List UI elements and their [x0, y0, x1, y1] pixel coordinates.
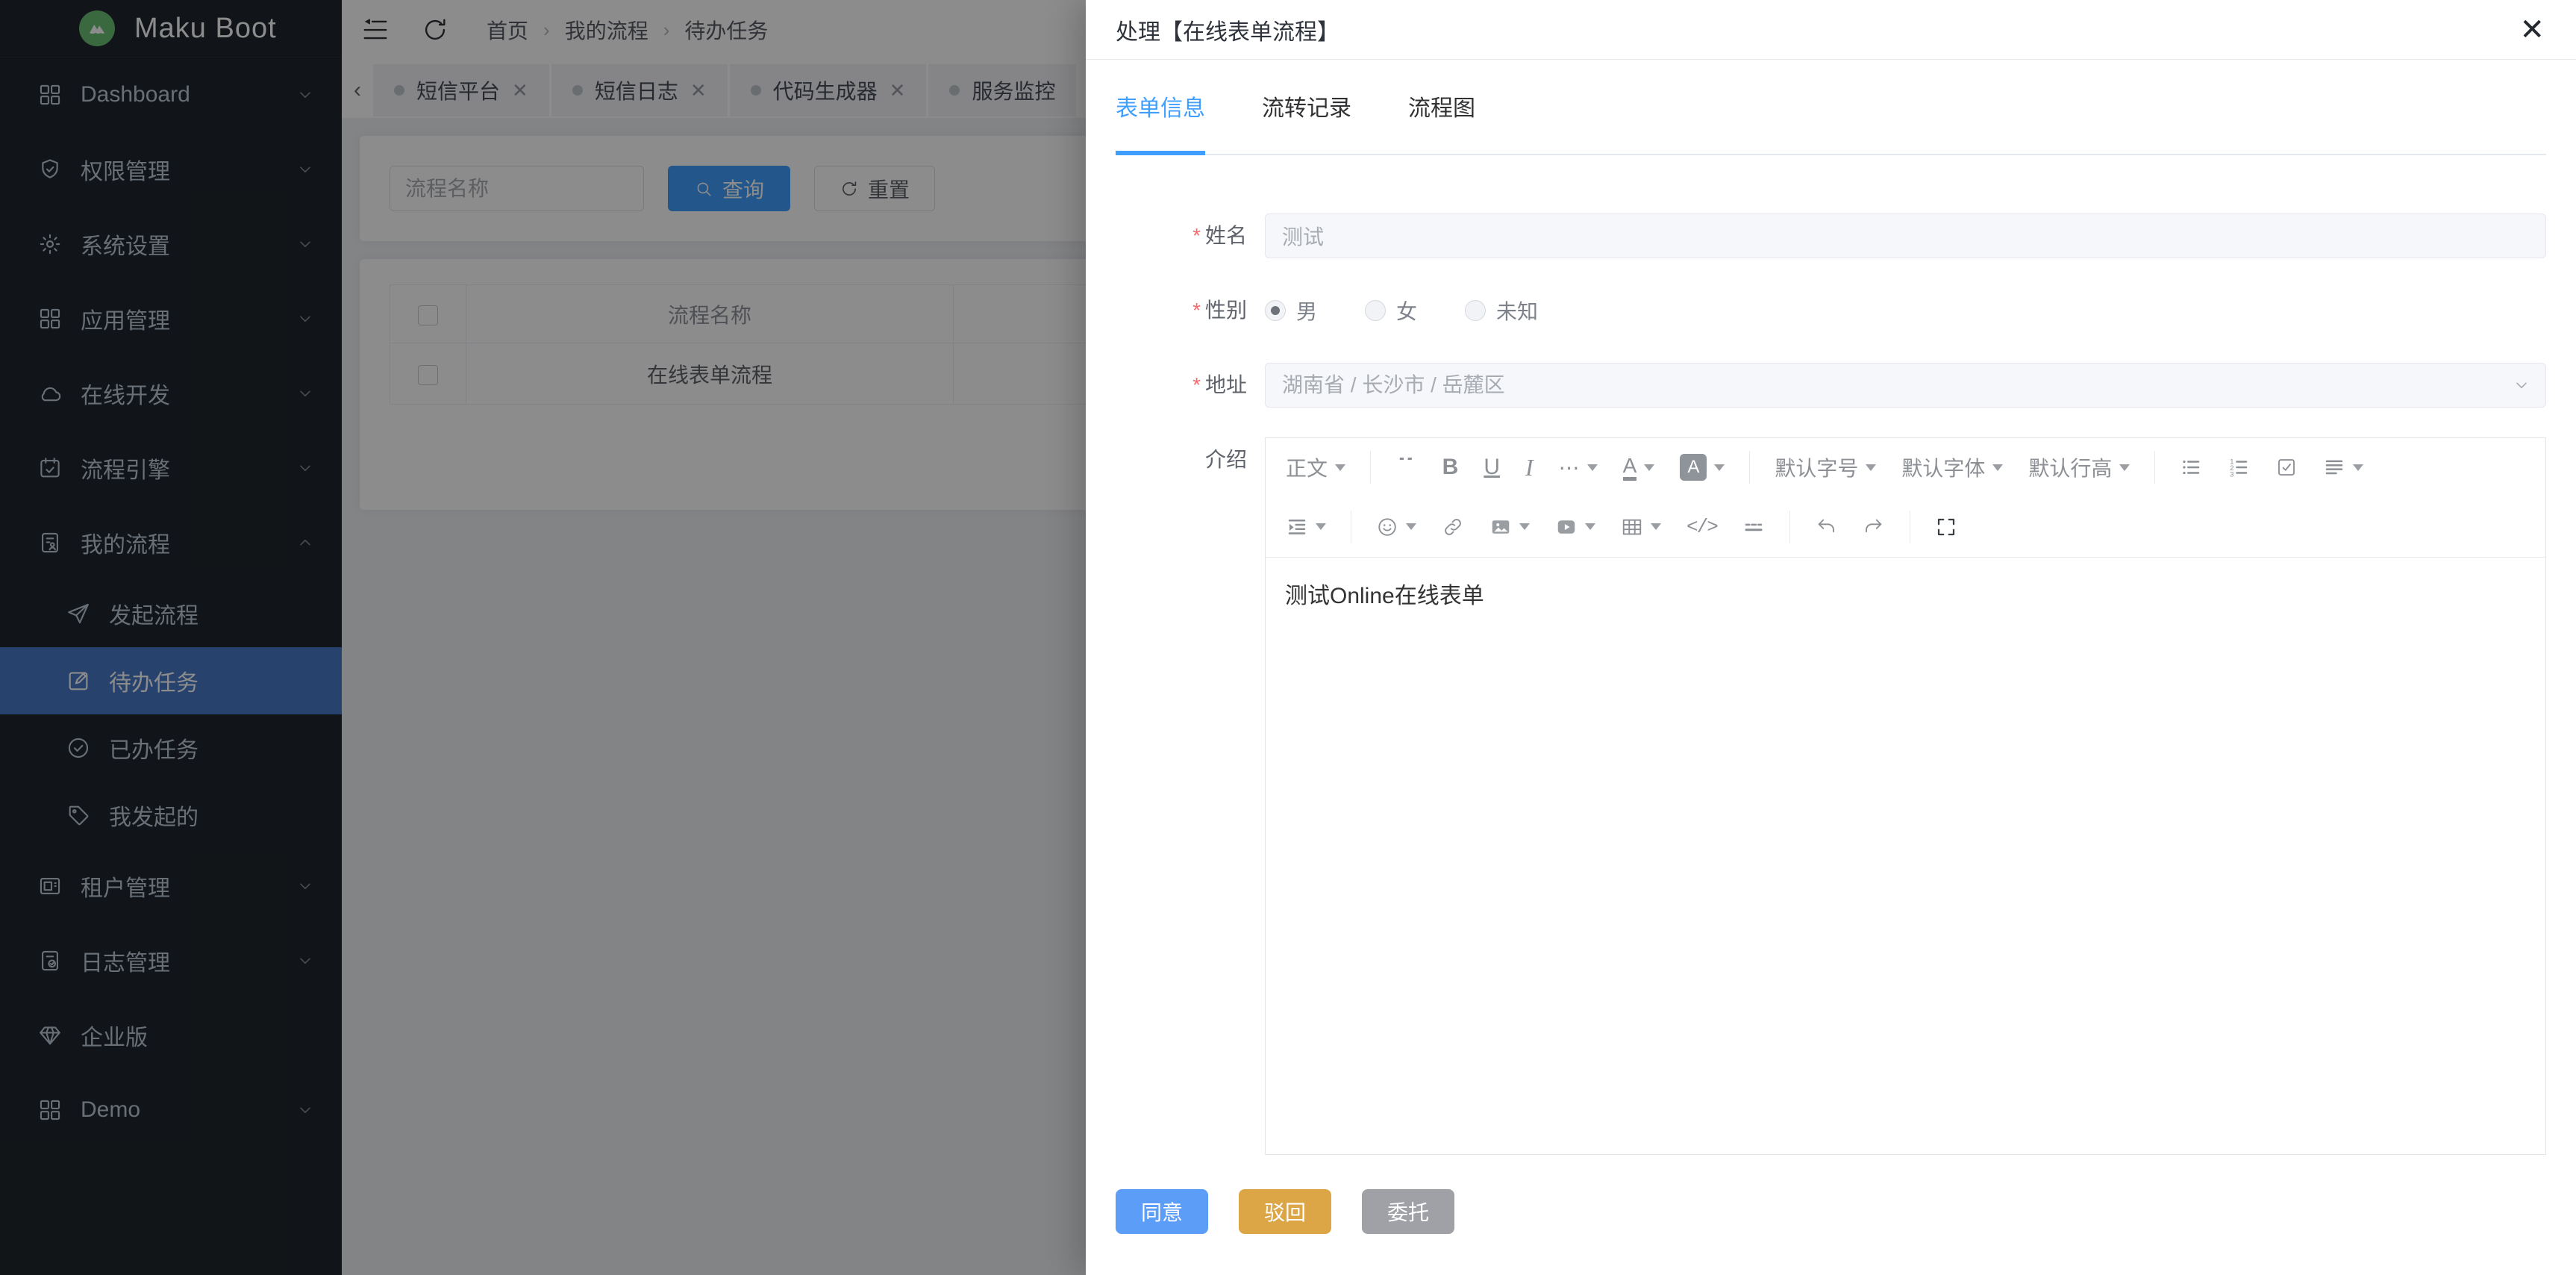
drawer-tabs: 表单信息 流转记录 流程图 [1116, 90, 2546, 155]
code-block-icon[interactable]: </> [1674, 509, 1730, 545]
delegate-button[interactable]: 委托 [1362, 1189, 1454, 1234]
bold-icon[interactable]: B [1430, 449, 1472, 485]
form-item-gender: *性别 男 女 未知 [1116, 288, 2546, 333]
drawer-actions: 同意 驳回 委托 [1116, 1189, 2546, 1234]
caret-down-icon [1866, 464, 1876, 471]
blockquote-icon[interactable]: “ [1383, 458, 1430, 477]
caret-down-icon [1316, 523, 1326, 530]
rich-text-editor: 正文 “ B U I ⋯ A A 默认字号 [1265, 437, 2546, 1155]
toolbar-divider [2154, 451, 2155, 484]
caret-down-icon [1644, 464, 1654, 471]
radio-female[interactable]: 女 [1365, 296, 1417, 325]
required-asterisk: * [1192, 299, 1201, 322]
tab-flow-records[interactable]: 流转记录 [1262, 90, 1351, 154]
more-styles-dropdown[interactable]: ⋯ [1546, 449, 1610, 485]
redo-icon[interactable] [1850, 509, 1898, 545]
close-icon[interactable]: ✕ [2519, 15, 2545, 45]
caret-down-icon [1651, 523, 1661, 530]
gender-radio-group: 男 女 未知 [1265, 288, 2546, 333]
drawer-title: 处理【在线表单流程】 [1116, 13, 1339, 46]
app-root: Maku Boot Dashboard 权限管理 系统设置 应用管理 [0, 0, 2576, 1275]
caret-down-icon [1335, 464, 1345, 471]
tab-flow-diagram[interactable]: 流程图 [1408, 90, 1475, 154]
horizontal-rule-icon[interactable] [1730, 509, 1778, 545]
caret-down-icon [1714, 464, 1725, 471]
emoji-dropdown[interactable] [1363, 509, 1429, 545]
image-dropdown[interactable] [1477, 509, 1542, 545]
numbered-list-icon[interactable] [2215, 449, 2263, 485]
name-input[interactable] [1265, 213, 2546, 258]
caret-down-icon [1587, 464, 1598, 471]
intro-label: 介绍 [1116, 437, 1265, 1155]
caret-down-icon [2353, 464, 2363, 471]
editor-toolbar-row-2: </> [1266, 496, 2545, 558]
name-label: *姓名 [1116, 213, 1265, 258]
fullscreen-icon[interactable] [1922, 509, 1970, 545]
toolbar-divider [1370, 451, 1371, 484]
undo-icon[interactable] [1802, 509, 1850, 545]
align-dropdown[interactable] [2310, 449, 2376, 485]
process-drawer: 处理【在线表单流程】 ✕ 表单信息 流转记录 流程图 *姓名 *性别 [1086, 0, 2576, 1275]
radio-label: 未知 [1496, 296, 1538, 325]
editor-content[interactable]: 测试Online在线表单 [1266, 558, 2545, 1154]
gender-label: *性别 [1116, 288, 1265, 333]
line-height-dropdown[interactable]: 默认行高 [2016, 449, 2142, 485]
link-icon[interactable] [1429, 509, 1477, 545]
italic-icon[interactable]: I [1513, 449, 1546, 485]
form-item-name: *姓名 [1116, 213, 2546, 258]
address-select[interactable]: 湖南省 / 长沙市 / 岳麓区 [1265, 363, 2546, 408]
toolbar-divider [1749, 451, 1750, 484]
required-asterisk: * [1192, 373, 1201, 396]
radio-male[interactable]: 男 [1265, 296, 1317, 325]
todo-list-icon[interactable] [2263, 449, 2310, 485]
process-form: *姓名 *性别 男 女 [1116, 213, 2546, 1155]
address-label: *地址 [1116, 363, 1265, 408]
radio-label: 男 [1296, 296, 1317, 325]
approve-button[interactable]: 同意 [1116, 1189, 1208, 1234]
required-asterisk: * [1192, 224, 1201, 247]
radio-unknown[interactable]: 未知 [1465, 296, 1538, 325]
caret-down-icon [1406, 523, 1416, 530]
font-color-dropdown[interactable]: A [1610, 449, 1668, 485]
radio-dot-icon [1265, 300, 1286, 321]
editor-toolbar-row-1: 正文 “ B U I ⋯ A A 默认字号 [1266, 438, 2545, 496]
toolbar-divider [1789, 511, 1790, 543]
tab-form-info[interactable]: 表单信息 [1116, 90, 1205, 155]
font-family-dropdown[interactable]: 默认字体 [1889, 449, 2016, 485]
table-dropdown[interactable] [1608, 509, 1674, 545]
video-dropdown[interactable] [1542, 509, 1608, 545]
address-select-value: 湖南省 / 长沙市 / 岳麓区 [1265, 363, 2546, 408]
bullet-list-icon[interactable] [2167, 449, 2215, 485]
form-item-address: *地址 湖南省 / 长沙市 / 岳麓区 [1116, 363, 2546, 408]
radio-label: 女 [1396, 296, 1417, 325]
indent-dropdown[interactable] [1273, 509, 1339, 545]
form-item-intro: 介绍 正文 “ B U I ⋯ A [1116, 437, 2546, 1155]
radio-dot-icon [1465, 300, 1486, 321]
caret-down-icon [1585, 523, 1595, 530]
background-color-dropdown[interactable]: A [1667, 449, 1737, 485]
caret-down-icon [1992, 464, 2003, 471]
radio-dot-icon [1365, 300, 1386, 321]
underline-icon[interactable]: U [1471, 449, 1513, 485]
caret-down-icon [1519, 523, 1530, 530]
paragraph-style-dropdown[interactable]: 正文 [1273, 449, 1358, 485]
caret-down-icon [2119, 464, 2130, 471]
font-size-dropdown[interactable]: 默认字号 [1762, 449, 1889, 485]
drawer-header: 处理【在线表单流程】 ✕ [1086, 0, 2576, 60]
reject-button[interactable]: 驳回 [1239, 1189, 1331, 1234]
drawer-body: 表单信息 流转记录 流程图 *姓名 *性别 [1086, 90, 2576, 1234]
chevron-down-icon [2512, 375, 2531, 395]
